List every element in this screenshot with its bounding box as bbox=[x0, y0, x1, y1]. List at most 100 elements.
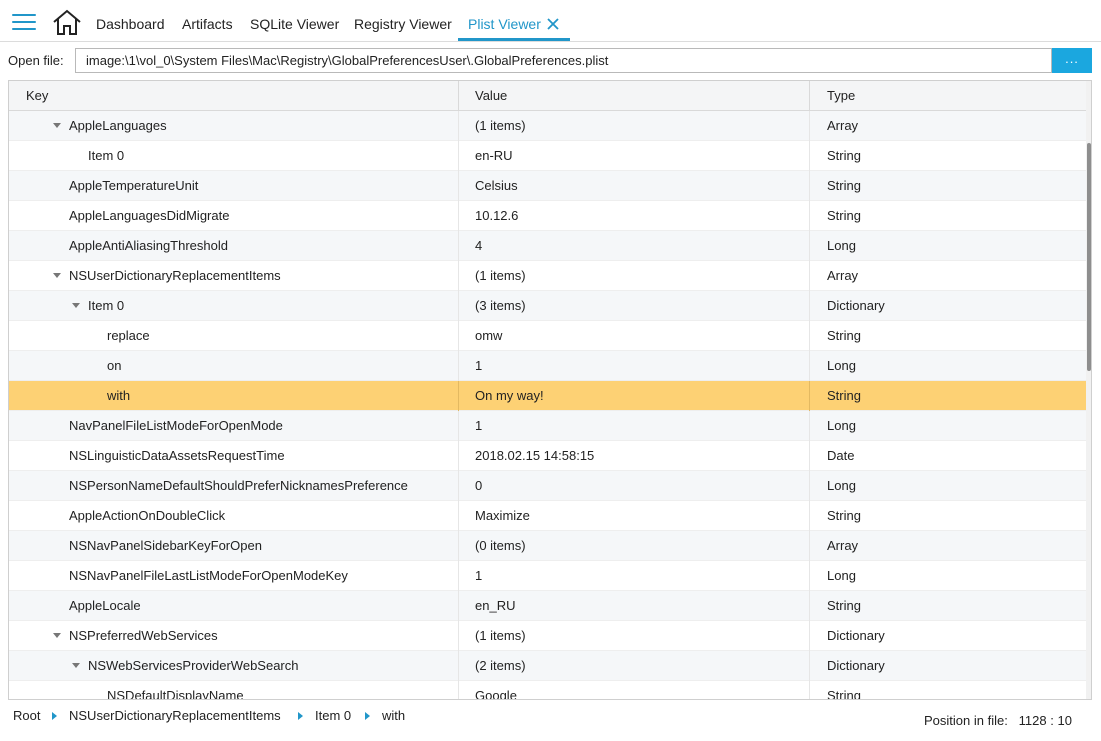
status-bar: Root NSUserDictionaryReplacementItems It… bbox=[0, 702, 1101, 741]
breadcrumb-item-with[interactable]: with bbox=[382, 708, 405, 723]
tab-dashboard[interactable]: Dashboard bbox=[96, 16, 165, 32]
close-tab-icon[interactable] bbox=[546, 17, 560, 31]
table-row[interactable]: NavPanelFileListModeForOpenMode 1 Long bbox=[9, 411, 1086, 441]
tab-registry-viewer[interactable]: Registry Viewer bbox=[354, 16, 452, 32]
cell-key: AppleLocale bbox=[69, 598, 141, 613]
cell-type: Long bbox=[827, 478, 856, 493]
breadcrumb-item-replacement-items[interactable]: NSUserDictionaryReplacementItems bbox=[69, 708, 281, 723]
cell-value: Google bbox=[475, 688, 517, 700]
cell-value: 1 bbox=[475, 568, 483, 583]
expand-toggle-icon[interactable] bbox=[53, 123, 61, 128]
cell-type: Long bbox=[827, 358, 856, 373]
tab-plist-viewer[interactable]: Plist Viewer bbox=[468, 16, 541, 32]
table-row[interactable]: on 1 Long bbox=[9, 351, 1086, 381]
cell-key: NSWebServicesProviderWebSearch bbox=[88, 658, 299, 673]
open-file-label: Open file: bbox=[8, 53, 64, 68]
table-row[interactable]: Item 0 en-RU String bbox=[9, 141, 1086, 171]
table-row[interactable]: AppleAntiAliasingThreshold 4 Long bbox=[9, 231, 1086, 261]
cell-key: NavPanelFileListModeForOpenMode bbox=[69, 418, 283, 433]
cell-value: 0 bbox=[475, 478, 483, 493]
cell-key: AppleLanguagesDidMigrate bbox=[69, 208, 230, 223]
expand-toggle-icon[interactable] bbox=[72, 663, 80, 668]
cell-value: (2 items) bbox=[475, 658, 526, 673]
position-in-file: Position in file: 1128 : 10 bbox=[924, 713, 1072, 728]
table-row[interactable]: AppleTemperatureUnit Celsius String bbox=[9, 171, 1086, 201]
breadcrumb-root[interactable]: Root bbox=[13, 708, 40, 723]
table-row[interactable]: AppleLanguagesDidMigrate 10.12.6 String bbox=[9, 201, 1086, 231]
cell-type: String bbox=[827, 148, 861, 163]
table-row[interactable]: NSWebServicesProviderWebSearch (2 items) D… bbox=[9, 651, 1086, 681]
cell-key: on bbox=[107, 358, 122, 373]
cell-key: AppleAntiAliasingThreshold bbox=[69, 238, 228, 253]
active-tab-indicator bbox=[458, 38, 570, 41]
breadcrumb-separator-icon bbox=[52, 712, 57, 720]
expand-toggle-icon[interactable] bbox=[72, 303, 80, 308]
cell-value: Celsius bbox=[475, 178, 518, 193]
cell-key: Item 0 bbox=[88, 298, 125, 313]
table-row[interactable]: NSDefaultDisplayName Google String bbox=[9, 681, 1086, 700]
table-row[interactable]: AppleLanguages (1 items) Array bbox=[9, 111, 1086, 141]
browse-button[interactable]: ... bbox=[1052, 48, 1092, 73]
table-row[interactable]: AppleActionOnDoubleClick Maximize String bbox=[9, 501, 1086, 531]
vertical-scrollbar[interactable] bbox=[1086, 81, 1091, 699]
cell-value: 4 bbox=[475, 238, 483, 253]
column-header-type[interactable]: Type bbox=[827, 81, 855, 111]
cell-key: AppleLanguages bbox=[69, 118, 167, 133]
table-row[interactable]: replace omw String bbox=[9, 321, 1086, 351]
cell-type: Dictionary bbox=[827, 298, 885, 313]
scrollbar-thumb[interactable] bbox=[1087, 143, 1091, 371]
table-row[interactable]: NSPersonNameDefaultShouldPreferNicknames… bbox=[9, 471, 1086, 501]
cell-value: Maximize bbox=[475, 508, 530, 523]
home-icon[interactable] bbox=[52, 8, 82, 36]
cell-value: 1 bbox=[475, 418, 483, 433]
cell-type: String bbox=[827, 178, 861, 193]
column-header-key[interactable]: Key bbox=[26, 81, 48, 111]
tab-sqlite-viewer[interactable]: SQLite Viewer bbox=[250, 16, 339, 32]
cell-key: NSDefaultDisplayName bbox=[107, 688, 244, 700]
grid-header: Key Value Type bbox=[9, 81, 1086, 111]
position-value: 1128 : 10 bbox=[1018, 713, 1072, 728]
cell-type: String bbox=[827, 208, 861, 223]
cell-key: NSNavPanelFileLastListModeForOpenModeKey bbox=[69, 568, 348, 583]
cell-key: Item 0 bbox=[88, 148, 125, 163]
position-label: Position in file: bbox=[924, 713, 1008, 728]
cell-key: NSPreferredWebServices bbox=[69, 628, 218, 643]
cell-key: replace bbox=[107, 328, 150, 343]
breadcrumb-separator-icon bbox=[365, 712, 370, 720]
cell-type: String bbox=[827, 388, 861, 403]
cell-type: Date bbox=[827, 448, 855, 463]
table-row[interactable]: AppleLocale en_RU String bbox=[9, 591, 1086, 621]
table-row[interactable]: NSNavPanelSidebarKeyForOpen (0 items) Arra… bbox=[9, 531, 1086, 561]
grid-rows: AppleLanguages (1 items) Array Item 0 en-RU S… bbox=[9, 111, 1086, 700]
expand-toggle-icon[interactable] bbox=[53, 633, 61, 638]
breadcrumb-item-item0[interactable]: Item 0 bbox=[315, 708, 351, 723]
breadcrumb-separator-icon bbox=[298, 712, 303, 720]
cell-key: NSPersonNameDefaultShouldPreferNicknames… bbox=[69, 478, 408, 493]
cell-type: String bbox=[827, 598, 861, 613]
table-row[interactable]: Item 0 (3 items) Dictionary bbox=[9, 291, 1086, 321]
column-header-value[interactable]: Value bbox=[475, 81, 507, 111]
table-row[interactable]: NSPreferredWebServices (1 items) Dictionar… bbox=[9, 621, 1086, 651]
cell-value: (0 items) bbox=[475, 538, 526, 553]
cell-value: (1 items) bbox=[475, 118, 526, 133]
cell-value: en_RU bbox=[475, 598, 516, 613]
table-row[interactable]: NSLinguisticDataAssetsRequestTime 2018.02… bbox=[9, 441, 1086, 471]
open-file-row: Open file: ... bbox=[0, 46, 1101, 74]
expand-toggle-icon[interactable] bbox=[53, 273, 61, 278]
tab-artifacts[interactable]: Artifacts bbox=[182, 16, 233, 32]
cell-type: Long bbox=[827, 418, 856, 433]
cell-type: Long bbox=[827, 238, 856, 253]
cell-key: NSUserDictionaryReplacementItems bbox=[69, 268, 281, 283]
cell-type: Long bbox=[827, 568, 856, 583]
cell-value: omw bbox=[475, 328, 503, 343]
table-row[interactable]: with On my way! String bbox=[9, 381, 1086, 411]
menu-icon[interactable] bbox=[12, 14, 36, 32]
table-row[interactable]: NSUserDictionaryReplacementItems (1 items… bbox=[9, 261, 1086, 291]
cell-value: en-RU bbox=[475, 148, 513, 163]
cell-key: NSLinguisticDataAssetsRequestTime bbox=[69, 448, 285, 463]
cell-value: 10.12.6 bbox=[475, 208, 519, 223]
table-row[interactable]: NSNavPanelFileLastListModeForOpenModeKey… bbox=[9, 561, 1086, 591]
cell-type: String bbox=[827, 688, 861, 700]
open-file-path-input[interactable] bbox=[75, 48, 1052, 73]
cell-value: (3 items) bbox=[475, 298, 526, 313]
